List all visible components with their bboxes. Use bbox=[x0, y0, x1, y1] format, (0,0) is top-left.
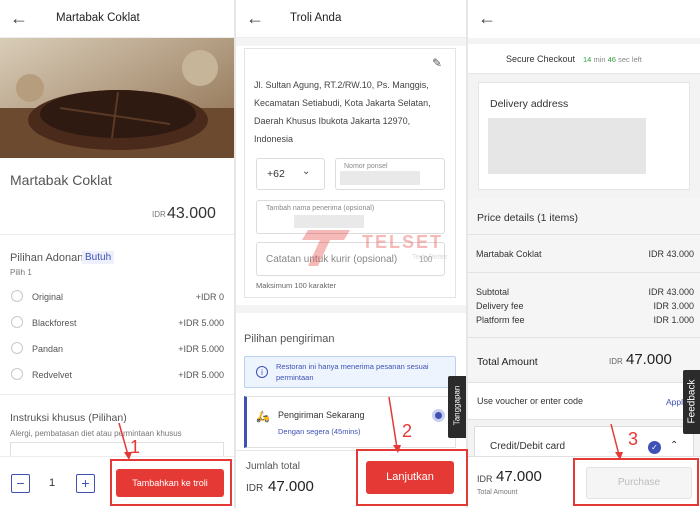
annotation-arrows bbox=[118, 396, 623, 460]
highlight-box-continue bbox=[356, 449, 468, 506]
step-number: 2 bbox=[402, 421, 413, 441]
step-number: 3 bbox=[628, 429, 639, 449]
highlight-box-add bbox=[110, 459, 232, 506]
highlight-box-purchase bbox=[573, 458, 699, 506]
step-number: 1 bbox=[130, 437, 141, 457]
